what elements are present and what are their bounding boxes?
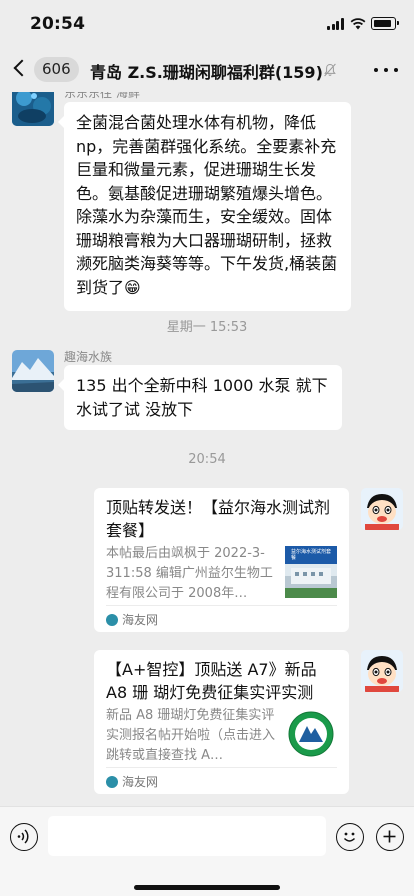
smiley-icon [343,832,356,842]
chat-title: 青岛 Z.S.珊瑚闲聊福利群(159) [90,63,323,82]
back-button[interactable]: 606 [10,54,80,86]
message-bubble[interactable]: 135 出个全新中科 1000 水泵 就下水试了试 没放下 [58,365,342,430]
input-bar [0,806,414,896]
message-text: 135 出个全新中科 1000 水泵 就下水试了试 没放下 [76,376,328,419]
message-text: 全菌混合菌处理水体有机物，降低np，完善菌群强化系统。全要素补充巨量和微量元素，… [76,113,338,297]
card-title: 顶贴转发送！【益尔海水测试剂套餐】 [106,498,331,540]
more-functions-button[interactable] [376,823,404,851]
message-input[interactable] [48,816,326,856]
sender-name: 东东东往 海鲜 [64,92,140,100]
message-timestamp: 星期一 15:53 [166,320,248,335]
link-card[interactable]: 【A+智控】顶贴送 A7》新品A8 珊 瑚灯免费征集实评实测 新品 A8 珊瑚灯… [94,650,349,794]
card-thumbnail: 益尔海水测试剂套餐 [285,546,337,598]
link-card[interactable]: 顶贴转发送！【益尔海水测试剂套餐】 本帖最后由飒枫于 2022-3-311:58… [94,488,349,632]
more-options-button[interactable] [374,60,398,80]
card-description: 本帖最后由飒枫于 2022-3-311:58 编辑广州益尔生物工程有限公司于 2… [106,546,273,601]
nav-bar: 606 青岛 Z.S.珊瑚闲聊福利群(159) [0,48,414,92]
avatar[interactable] [12,350,54,392]
avatar[interactable] [361,488,403,530]
card-description: 新品 A8 珊瑚灯免费征集实评实测报名帖开始啦（点击进入跳转或直接查找 A… [106,708,276,763]
plus-icon [383,830,396,843]
card-source: 海友网 [106,773,158,790]
card-thumbnail [285,708,337,760]
chevron-left-icon [13,59,31,77]
wifi-icon [350,18,366,30]
voice-input-button[interactable] [10,823,38,851]
status-time: 20:54 [30,14,86,34]
battery-icon [371,17,399,30]
card-thumbnail-caption: 益尔海水测试剂套餐 [291,549,332,561]
avatar[interactable] [361,650,403,692]
voice-icon [17,829,29,844]
chat-message-list[interactable]: 东东东往 海鲜 全菌混合菌处理水体有机物，降低np，完善菌群强化系统。全要素补充… [0,92,414,806]
message-timestamp: 20:54 [188,452,226,467]
cellular-signal-icon [327,18,345,30]
message-bubble[interactable]: 全菌混合菌处理水体有机物，降低np，完善菌群强化系统。全要素补充巨量和微量元素，… [58,102,351,311]
card-source-name: 海友网 [122,613,159,627]
card-title: 【A+智控】顶贴送 A7》新品A8 珊 瑚灯免费征集实评实测 [106,660,317,702]
source-logo-icon [106,776,118,788]
status-bar: 20:54 [0,0,414,48]
source-logo-icon [106,614,118,626]
mute-bell-icon [324,63,336,77]
unread-count-badge: 606 [34,57,79,82]
card-source-name: 海友网 [122,775,159,789]
card-source: 海友网 [106,611,158,628]
emoji-button[interactable] [336,823,364,851]
sender-name: 趣海水族 [64,350,113,364]
avatar[interactable] [12,92,54,126]
home-indicator[interactable] [134,885,280,890]
